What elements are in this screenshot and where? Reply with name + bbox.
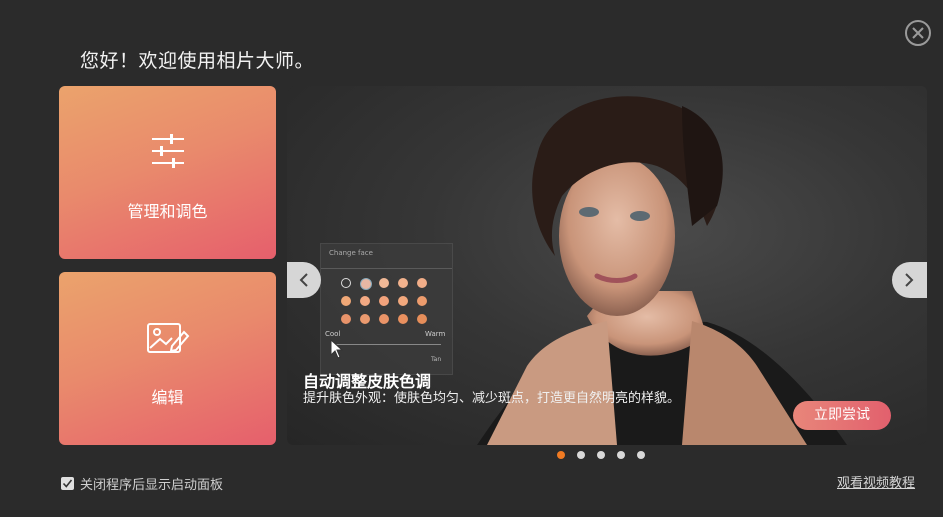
chevron-right-icon xyxy=(905,273,914,287)
panel-divider xyxy=(321,268,452,269)
warmth-slider xyxy=(331,344,441,345)
close-button[interactable] xyxy=(905,20,931,46)
color-swatch xyxy=(417,314,427,324)
carousel-dot[interactable] xyxy=(637,451,645,459)
manage-and-color-tile[interactable]: 管理和调色 xyxy=(59,86,276,259)
image-edit-icon xyxy=(146,320,190,360)
color-swatch xyxy=(360,314,370,324)
cursor-icon xyxy=(330,339,344,359)
color-swatch xyxy=(360,278,372,290)
color-swatch xyxy=(379,278,389,288)
banner-title: 自动调整皮肤色调 xyxy=(303,372,432,391)
tan-label: Tan xyxy=(431,356,442,363)
carousel-indicators xyxy=(557,451,645,459)
show-panel-checkbox[interactable]: 关闭程序后显示启动面板 xyxy=(61,474,223,493)
show-panel-label: 关闭程序后显示启动面板 xyxy=(80,478,224,493)
color-swatch xyxy=(398,278,408,288)
edit-label: 编辑 xyxy=(151,388,184,407)
watch-video-tutorial-link[interactable]: 观看视频教程 xyxy=(837,472,915,491)
banner-description: 提升肤色外观：使肤色均匀、减少斑点，打造更自然明亮的样貌。 xyxy=(303,391,681,406)
chevron-left-icon xyxy=(299,273,308,287)
color-swatch xyxy=(379,296,389,306)
next-slide-button[interactable] xyxy=(892,262,927,298)
no-color-swatch xyxy=(341,278,351,288)
checkmark-icon xyxy=(62,479,73,488)
panel-title: Change face xyxy=(329,249,373,257)
carousel-dot[interactable] xyxy=(617,451,625,459)
color-swatch xyxy=(341,314,351,324)
try-now-button[interactable]: 立即尝试 xyxy=(793,401,891,430)
color-swatch xyxy=(417,278,427,288)
carousel-dot[interactable] xyxy=(597,451,605,459)
color-swatch xyxy=(379,314,389,324)
warm-label: Warm xyxy=(425,330,446,338)
carousel-dot[interactable] xyxy=(577,451,585,459)
color-swatch xyxy=(398,296,408,306)
welcome-title: 您好！欢迎使用相片大师。 xyxy=(80,50,315,72)
manage-and-color-label: 管理和调色 xyxy=(127,202,208,221)
edit-tile[interactable]: 编辑 xyxy=(59,272,276,445)
color-swatch xyxy=(341,296,351,306)
checkbox[interactable] xyxy=(61,477,74,490)
skin-tone-panel: Change face Cool Warm Tan xyxy=(320,243,453,375)
close-icon xyxy=(912,27,924,39)
sliders-icon xyxy=(150,134,186,172)
color-swatch xyxy=(398,314,408,324)
color-swatch xyxy=(417,296,427,306)
feature-banner: Change face Cool Warm Tan 自动调整皮肤色调 提升肤色外… xyxy=(287,86,927,445)
color-swatch xyxy=(360,296,370,306)
cool-label: Cool xyxy=(325,330,341,338)
carousel-dot[interactable] xyxy=(557,451,565,459)
